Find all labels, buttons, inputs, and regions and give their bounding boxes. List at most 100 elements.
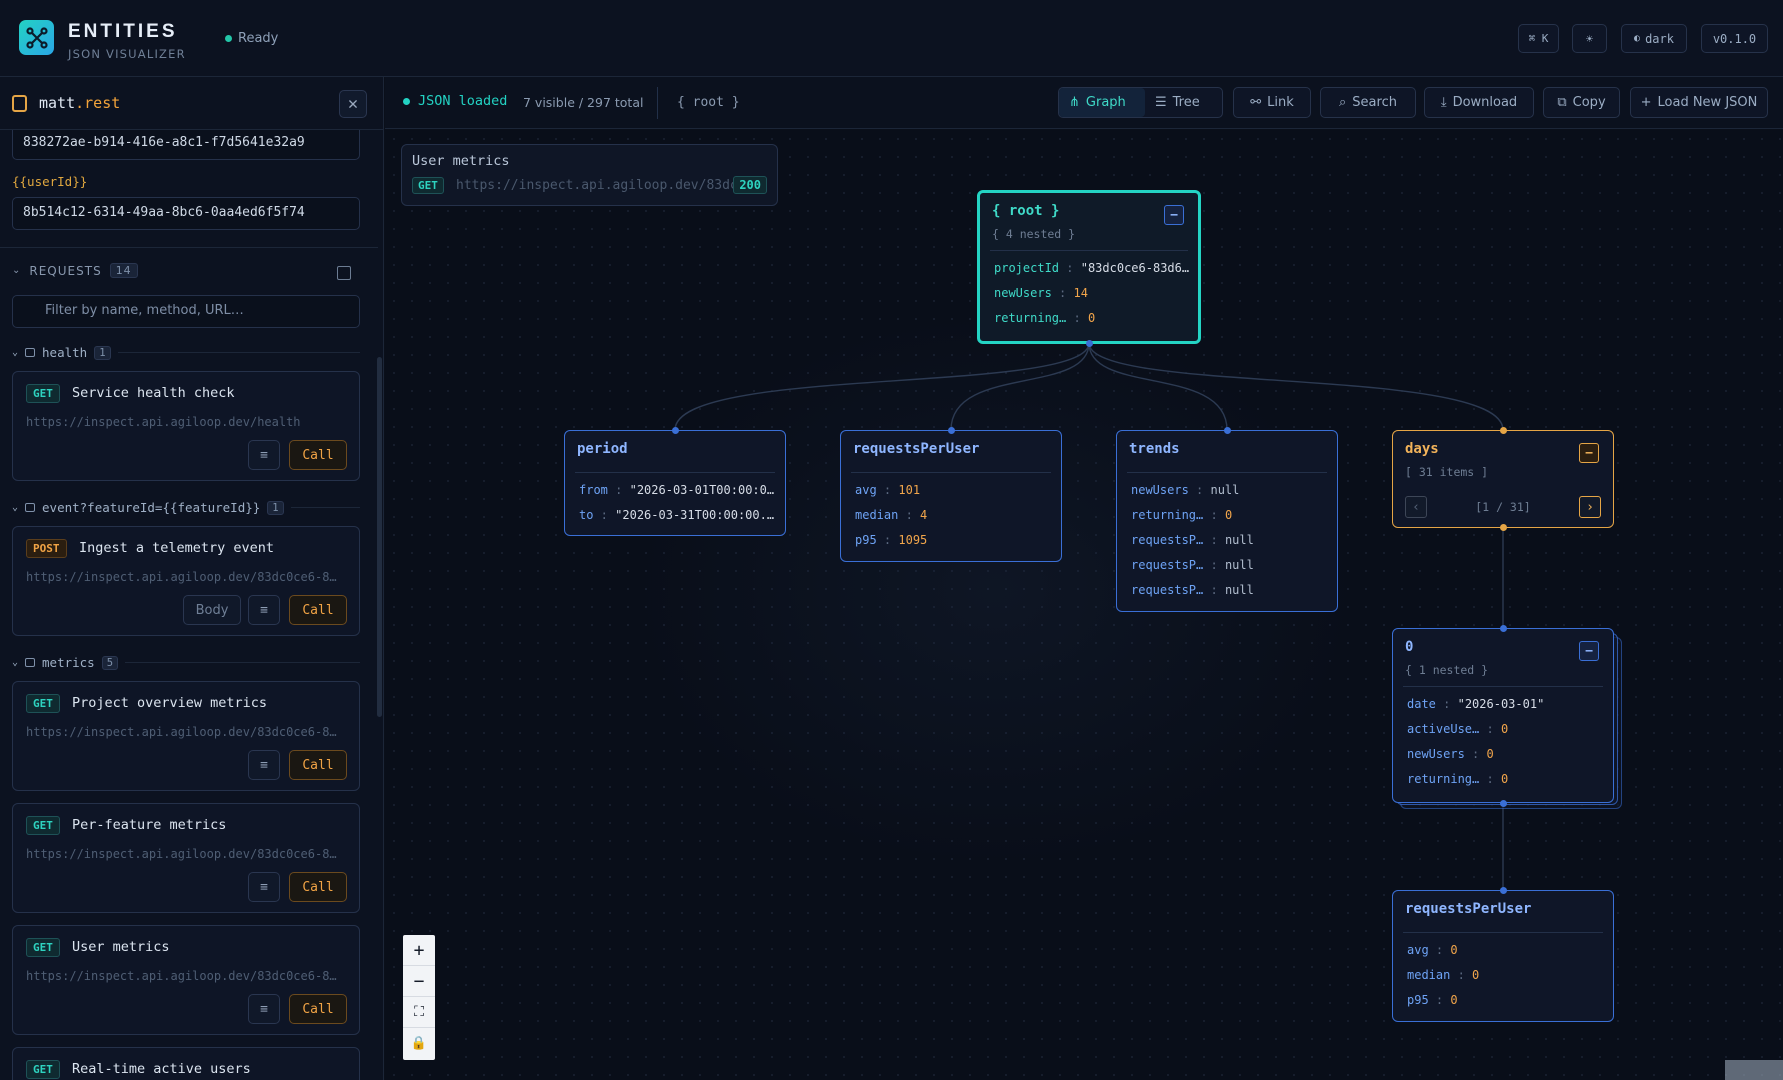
- zoom-out-button[interactable]: −: [403, 966, 435, 997]
- status-code-badge: 200: [733, 176, 767, 194]
- request-card[interactable]: POST Ingest a telemetry event https://in…: [12, 526, 360, 636]
- request-settings-button[interactable]: ≡: [248, 440, 280, 470]
- tab-graph-label: Graph: [1085, 95, 1126, 110]
- theme-toggle-button[interactable]: ☀: [1572, 24, 1607, 53]
- breadcrumb[interactable]: { root }: [677, 95, 740, 110]
- link-button[interactable]: ⚯ Link: [1233, 87, 1311, 118]
- group-event[interactable]: ⌄ event?featureId={{featureId}} 1: [12, 500, 360, 515]
- node-requests-per-user-day[interactable]: requestsPerUser avg : 0 median : 0 p95 :…: [1392, 890, 1614, 1022]
- user-id-field[interactable]: 8b514c12-6314-49aa-8bc6-0aa4ed6f5f74: [12, 197, 360, 230]
- prop-value: 0: [1450, 993, 1458, 1007]
- fit-view-button[interactable]: ⛶: [403, 997, 435, 1028]
- node-root[interactable]: { root } { 4 nested } − projectId : "83d…: [977, 190, 1201, 344]
- node-property: projectId : "83dc0ce6-83d6…: [994, 261, 1190, 275]
- call-button[interactable]: Call: [289, 595, 347, 625]
- group-health[interactable]: ⌄ health 1: [12, 345, 360, 360]
- tab-tree[interactable]: ☰ Tree: [1145, 88, 1223, 117]
- search-button[interactable]: ⌕ Search: [1320, 87, 1416, 118]
- node-trends[interactable]: trends newUsers : null returning… : 0 re…: [1116, 430, 1338, 612]
- call-button[interactable]: Call: [289, 750, 347, 780]
- graph-canvas[interactable]: User metrics GET https://inspect.api.agi…: [385, 130, 1783, 1080]
- prop-key: p95: [855, 533, 877, 547]
- request-url: https://inspect.api.agiloop.dev/83dc0ce6…: [26, 847, 337, 861]
- node-requests-per-user[interactable]: requestsPerUser avg : 101 median : 4 p95…: [840, 430, 1062, 562]
- node-handle[interactable]: [948, 427, 955, 434]
- prop-value: 0: [1450, 943, 1458, 957]
- prop-value: 0: [1087, 311, 1096, 325]
- sun-icon: ☀: [1585, 31, 1594, 46]
- zoom-in-button[interactable]: +: [403, 935, 435, 966]
- request-card[interactable]: GET Project overview metrics https://ins…: [12, 681, 360, 791]
- node-day-0[interactable]: 0 { 1 nested } − date : "2026-03-01" act…: [1392, 628, 1614, 803]
- node-handle[interactable]: [1500, 625, 1507, 632]
- node-title: requestsPerUser: [1405, 901, 1532, 917]
- copy-button[interactable]: ⧉ Copy: [1543, 87, 1620, 118]
- sliders-icon: ≡: [260, 879, 268, 895]
- chevron-down-icon: ⌄: [12, 265, 22, 276]
- prop-key: p95: [1407, 993, 1429, 1007]
- group-name: metrics: [42, 655, 95, 670]
- group-metrics[interactable]: ⌄ metrics 5: [12, 655, 360, 670]
- request-card[interactable]: GET Real-time active users: [12, 1047, 360, 1080]
- node-handle[interactable]: [1500, 427, 1507, 434]
- lock-button[interactable]: 🔒: [403, 1028, 435, 1059]
- minus-icon: −: [413, 970, 425, 992]
- app-logo: [19, 20, 54, 55]
- collapse-button[interactable]: −: [1164, 205, 1184, 225]
- prop-key: date: [1407, 697, 1436, 711]
- load-new-json-button[interactable]: + Load New JSON: [1630, 87, 1768, 118]
- brand-subtitle: JSON VISUALIZER: [68, 47, 186, 61]
- node-handle[interactable]: [1224, 427, 1231, 434]
- call-button[interactable]: Call: [289, 440, 347, 470]
- prev-page-button[interactable]: ‹: [1405, 496, 1427, 518]
- node-period[interactable]: period from : "2026-03-01T00:00:0… to : …: [564, 430, 786, 536]
- prop-value: "2026-03-31T00:00:00.…: [615, 508, 775, 522]
- node-days[interactable]: days [ 31 items ] − ‹ [1 / 31] ›: [1392, 430, 1614, 528]
- close-file-button[interactable]: ✕: [339, 90, 367, 118]
- request-settings-button[interactable]: ≡: [248, 872, 280, 902]
- node-property: date : "2026-03-01": [1407, 697, 1545, 711]
- sidebar-scrollbar[interactable]: [377, 357, 382, 717]
- prop-key: to: [579, 508, 594, 522]
- request-settings-button[interactable]: ≡: [248, 994, 280, 1024]
- download-button[interactable]: ⤓ Download: [1424, 87, 1534, 118]
- theme-label: dark: [1645, 31, 1674, 46]
- body-button[interactable]: Body: [183, 595, 241, 625]
- node-handle[interactable]: [672, 427, 679, 434]
- node-property: requestsP… : null: [1131, 558, 1254, 572]
- active-request-box[interactable]: User metrics GET https://inspect.api.agi…: [401, 144, 778, 206]
- tab-graph[interactable]: ⋔ Graph: [1059, 88, 1145, 117]
- node-handle[interactable]: [1500, 524, 1507, 531]
- request-card[interactable]: GET User metrics https://inspect.api.agi…: [12, 925, 360, 1035]
- collapse-button[interactable]: −: [1579, 641, 1599, 661]
- node-handle[interactable]: [1086, 340, 1093, 347]
- prop-key: requestsP…: [1131, 558, 1204, 572]
- minus-icon: −: [1585, 445, 1593, 461]
- request-settings-button[interactable]: ≡: [248, 595, 280, 625]
- command-palette-button[interactable]: ⌘ K: [1518, 24, 1559, 53]
- theme-select[interactable]: ◐ dark: [1621, 24, 1687, 53]
- node-property: returning… : 0: [994, 311, 1096, 325]
- call-button[interactable]: Call: [289, 994, 347, 1024]
- filter-input[interactable]: Filter by name, method, URL…: [12, 295, 360, 328]
- collapse-button[interactable]: −: [1579, 443, 1599, 463]
- node-title: period: [577, 441, 628, 457]
- request-settings-button[interactable]: ≡: [248, 750, 280, 780]
- copy-icon: ⧉: [1557, 95, 1567, 110]
- search-icon: ⌕: [1339, 95, 1347, 110]
- node-divider: [851, 472, 1051, 473]
- prop-key: newUsers: [1407, 747, 1465, 761]
- requests-header[interactable]: ⌄ REQUESTS 14: [12, 263, 138, 278]
- copy-icon[interactable]: [337, 266, 351, 280]
- file-base-name: matt: [39, 94, 76, 112]
- node-handle[interactable]: [1500, 887, 1507, 894]
- variable-value-field[interactable]: 838272ae-b914-416e-a8c1-f7d5641e32a9: [12, 130, 360, 160]
- chevron-down-icon: ⌄: [12, 347, 19, 358]
- next-page-button[interactable]: ›: [1578, 496, 1601, 518]
- request-card[interactable]: GET Service health check https://inspect…: [12, 371, 360, 481]
- folder-icon: [25, 348, 36, 357]
- node-property: newUsers : null: [1131, 483, 1240, 497]
- request-card[interactable]: GET Per-feature metrics https://inspect.…: [12, 803, 360, 913]
- node-handle[interactable]: [1500, 800, 1507, 807]
- call-button[interactable]: Call: [289, 872, 347, 902]
